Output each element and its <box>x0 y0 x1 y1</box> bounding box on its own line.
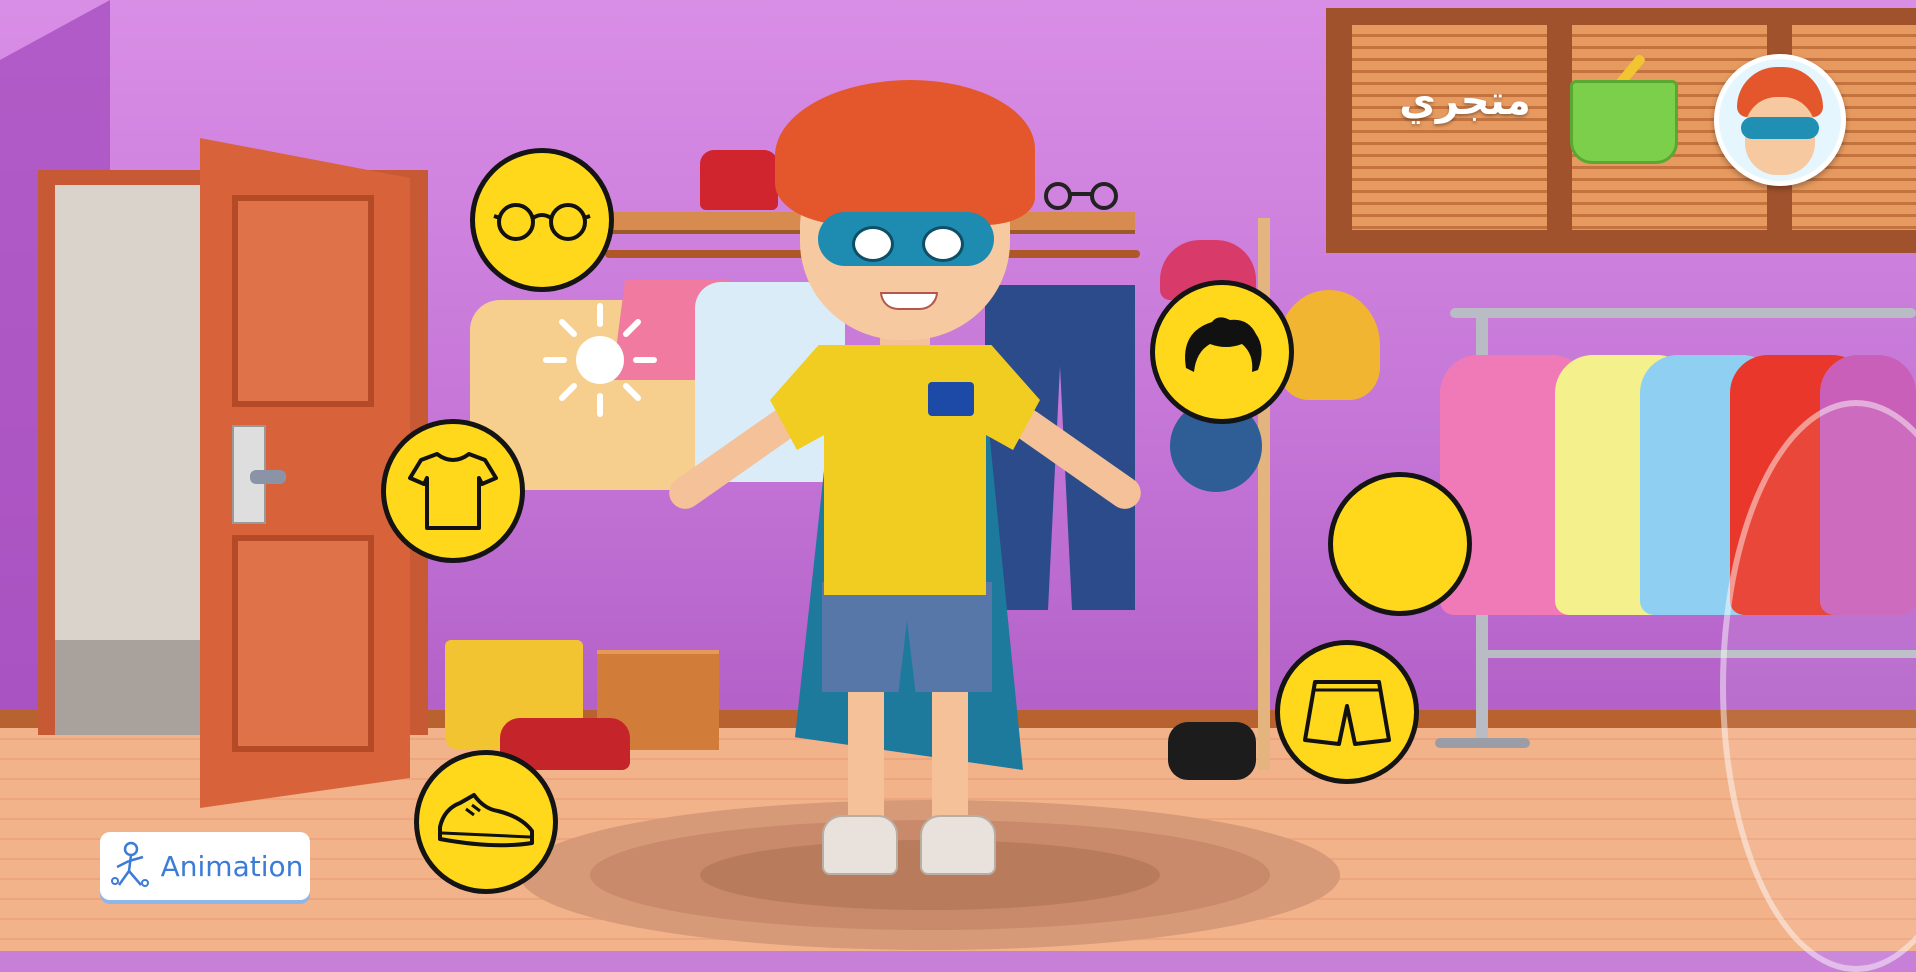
animation-button[interactable]: Animation <box>100 832 310 900</box>
empty-category-button[interactable] <box>1328 472 1472 616</box>
glasses-category-button[interactable] <box>470 148 614 292</box>
hair-icon <box>1185 317 1262 372</box>
shoes-category-button[interactable] <box>414 750 558 894</box>
clothes-rack-bar <box>1450 308 1916 318</box>
shopping-basket-icon[interactable] <box>1570 80 1678 164</box>
hair-category-button[interactable] <box>1150 280 1294 424</box>
doorway-floor <box>55 640 220 735</box>
character-hair <box>775 80 1035 225</box>
character-right-leg <box>932 680 968 830</box>
character-left-sneaker <box>822 815 898 875</box>
tshirt-icon <box>408 452 498 530</box>
profile-avatar[interactable] <box>1714 54 1846 186</box>
door-lever <box>250 470 286 484</box>
store-title[interactable]: متجري <box>1385 78 1545 138</box>
stick-figure-icon <box>110 841 149 887</box>
clothes-rack-base <box>1435 738 1530 748</box>
character-left-leg <box>848 680 884 830</box>
animation-button-label: Animation <box>160 849 304 883</box>
red-handbag <box>700 150 778 210</box>
door-panel-bottom <box>232 535 374 752</box>
character-right-sneaker <box>920 815 996 875</box>
shirt-category-button[interactable] <box>381 419 525 563</box>
character-mask <box>818 212 994 266</box>
glasses-icon <box>493 203 591 241</box>
shelf-glasses-icon <box>1044 182 1118 210</box>
character-mouth <box>880 292 938 310</box>
character-right-eye <box>922 226 964 262</box>
shorts-category-button[interactable] <box>1275 640 1419 784</box>
black-shoes <box>1168 722 1256 780</box>
sun-icon[interactable] <box>540 300 660 420</box>
sneaker-icon <box>438 793 534 848</box>
shorts-icon <box>1303 680 1391 746</box>
character-left-eye <box>852 226 894 262</box>
shirt-logo <box>928 382 974 416</box>
avatar-mask <box>1741 117 1819 139</box>
door-panel-top <box>232 195 374 407</box>
